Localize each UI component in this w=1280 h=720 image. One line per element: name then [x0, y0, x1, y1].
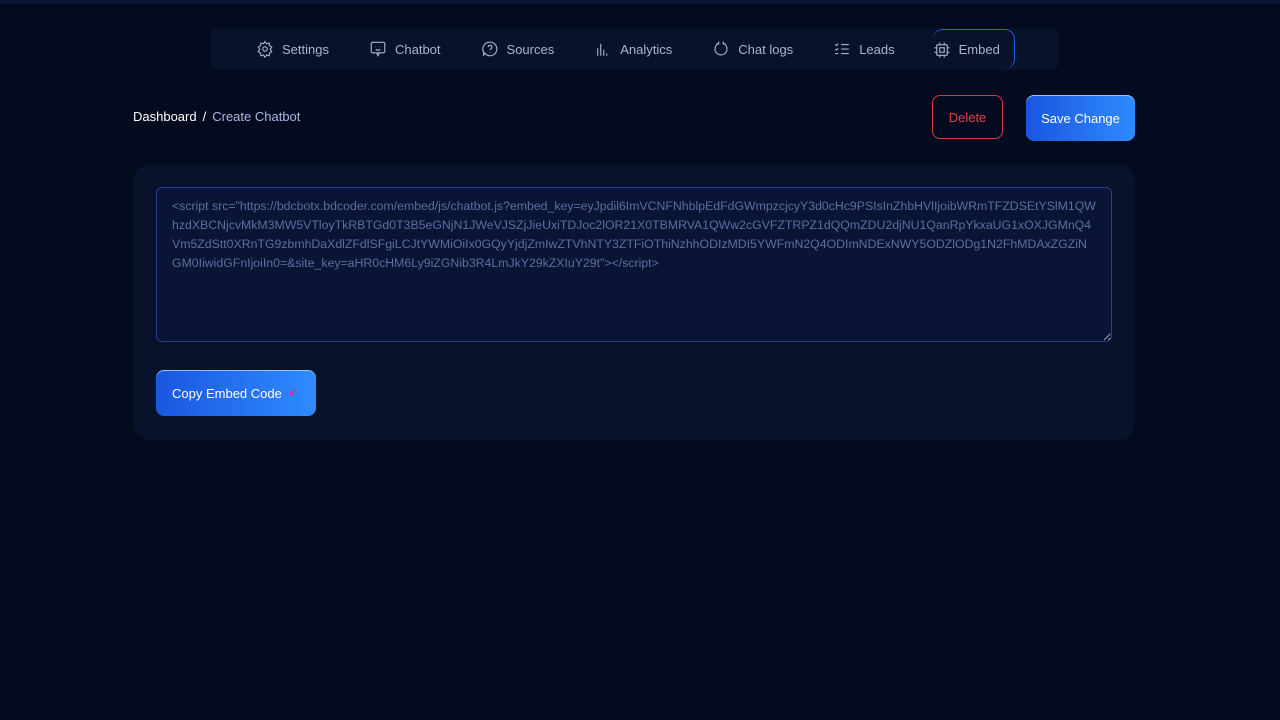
refresh-icon: [714, 41, 728, 56]
nav-sources[interactable]: Sources: [481, 28, 555, 70]
nav-embed-label: Embed: [958, 42, 1000, 57]
nav-leads-label: Leads: [859, 41, 895, 57]
breadcrumb-separator: /: [202, 109, 207, 124]
checklist-icon: [835, 43, 849, 55]
top-nav: Settings Chatbot Sources Analytics Chat …: [210, 28, 1059, 70]
gear-icon: [257, 40, 273, 58]
embed-card: <script src="https://bdcbotx.bdcoder.com…: [133, 164, 1135, 440]
question-bubble-icon: [481, 41, 497, 57]
nav-sources-label: Sources: [506, 41, 555, 57]
nav-chatbot-label: Chatbot: [394, 41, 441, 57]
nav-analytics-label: Analytics: [620, 41, 673, 57]
nav-analytics[interactable]: Analytics: [594, 28, 672, 70]
delete-button[interactable]: Delete: [932, 95, 1003, 139]
nav-chat-logs-label: Chat logs: [738, 41, 794, 57]
embed-code-textarea[interactable]: <script src="https://bdcbotx.bdcoder.com…: [156, 187, 1112, 342]
nav-chatbot[interactable]: Chatbot: [369, 28, 441, 70]
breadcrumb: Dashboard / Create Chatbot: [133, 109, 300, 124]
nav-leads[interactable]: Leads: [833, 28, 895, 70]
chat-bubble-icon: [370, 41, 386, 58]
breadcrumb-current: Create Chatbot: [212, 109, 301, 124]
breadcrumb-dashboard[interactable]: Dashboard: [133, 109, 197, 124]
check-icon: ✔: [287, 385, 299, 400]
chip-icon: [934, 42, 950, 57]
bar-chart-icon: [597, 43, 608, 56]
nav-embed[interactable]: Embed: [932, 29, 1015, 69]
save-change-button[interactable]: Save Change: [1026, 95, 1135, 141]
nav-settings-label: Settings: [282, 41, 329, 57]
nav-chat-logs[interactable]: Chat logs: [712, 28, 793, 70]
copy-embed-code-label: Copy Embed Code: [172, 385, 282, 401]
nav-settings[interactable]: Settings: [256, 28, 329, 70]
copy-embed-code-button[interactable]: Copy Embed Code ✔: [156, 370, 316, 416]
top-bar: [0, 0, 1280, 4]
